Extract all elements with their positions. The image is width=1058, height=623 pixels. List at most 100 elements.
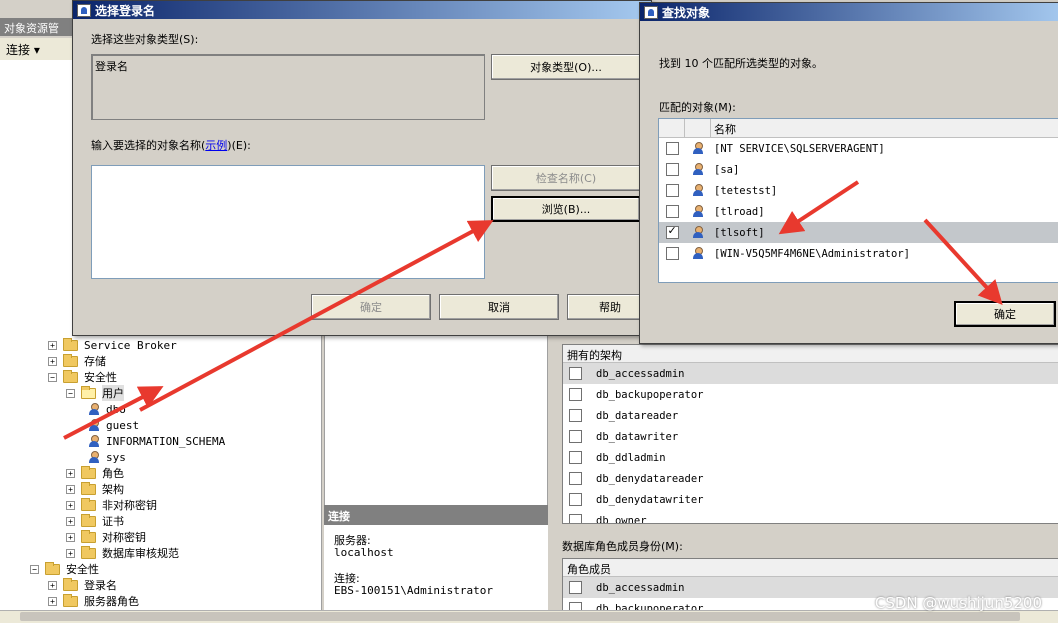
- user-icon: [77, 3, 91, 17]
- cancel-button[interactable]: 取消: [439, 294, 559, 320]
- schema-row[interactable]: db_backupoperator: [563, 384, 1058, 405]
- user-icon: [88, 402, 100, 416]
- role-checkbox[interactable]: [569, 581, 582, 594]
- schema-row[interactable]: db_owner: [563, 510, 1058, 523]
- tree-item-label: 角色: [102, 467, 124, 480]
- result-row[interactable]: [NT SERVICE\SQLSERVERAGENT]: [659, 138, 1058, 159]
- connection-value: EBS-100151\Administrator: [334, 584, 493, 597]
- tree-item[interactable]: + 服务器角色: [48, 593, 139, 609]
- tree-item[interactable]: − 安全性: [30, 561, 99, 577]
- tree-item[interactable]: + 角色: [66, 465, 124, 481]
- expand-icon[interactable]: +: [66, 500, 75, 510]
- select-login-title: 选择登录名: [95, 3, 156, 18]
- tree-item[interactable]: − 安全性: [48, 369, 117, 385]
- find-objects-title: 查找对象: [662, 5, 711, 20]
- matching-objects-label: 匹配的对象(M):: [659, 101, 736, 114]
- schema-checkbox[interactable]: [569, 388, 582, 401]
- tree-item[interactable]: − 用户: [66, 385, 124, 401]
- result-row[interactable]: [sa]: [659, 159, 1058, 180]
- tree-item[interactable]: + Service Broker: [48, 337, 177, 353]
- tree-item[interactable]: + 存储: [48, 353, 106, 369]
- role-members-header: 角色成员: [563, 559, 1058, 577]
- expand-icon[interactable]: +: [48, 340, 57, 350]
- tree-item[interactable]: + 数据库审核规范: [66, 545, 179, 561]
- result-checkbox[interactable]: [665, 142, 679, 155]
- tree-item[interactable]: + 对称密钥: [66, 529, 146, 545]
- tree-item[interactable]: + 证书: [66, 513, 124, 529]
- expand-icon[interactable]: +: [66, 548, 75, 558]
- connect-dropdown[interactable]: 连接 ▾: [6, 43, 40, 57]
- role-name: db_accessadmin: [596, 581, 685, 594]
- tree-item-label: 安全性: [66, 563, 99, 576]
- result-checkbox[interactable]: [665, 224, 679, 239]
- tree-item-label: sys: [106, 450, 126, 464]
- name-column-header[interactable]: 名称: [711, 119, 1058, 137]
- browse-button[interactable]: 浏览(B)...: [491, 196, 641, 222]
- tree-item[interactable]: dbo: [88, 401, 126, 417]
- schema-checkbox[interactable]: [569, 472, 582, 485]
- result-name: [tetestst]: [714, 184, 778, 197]
- expand-icon[interactable]: +: [66, 532, 75, 542]
- find-objects-titlebar: 查找对象: [640, 3, 1058, 21]
- tree-item-label: 存储: [84, 355, 106, 368]
- expand-icon[interactable]: +: [48, 580, 57, 590]
- tree-item[interactable]: sys: [88, 449, 126, 465]
- collapse-icon[interactable]: −: [30, 564, 39, 574]
- folder-icon: [81, 465, 96, 479]
- tree-item[interactable]: + 登录名: [48, 577, 117, 593]
- expand-icon[interactable]: +: [66, 484, 75, 494]
- check-names-button[interactable]: 检查名称(C): [491, 165, 641, 191]
- tree-item-label: 安全性: [84, 371, 117, 384]
- schema-name: db_datawriter: [596, 430, 679, 443]
- schema-row[interactable]: db_denydatawriter: [563, 489, 1058, 510]
- schema-name: db_backupoperator: [596, 388, 704, 401]
- schema-checkbox[interactable]: [569, 451, 582, 464]
- schema-checkbox[interactable]: [569, 430, 582, 443]
- result-checkbox[interactable]: [665, 163, 679, 176]
- object-types-value: 登录名: [95, 60, 128, 73]
- result-row[interactable]: [WIN-V5Q5MF4M6NE\Administrator]: [659, 243, 1058, 264]
- result-row[interactable]: [tlroad]: [659, 201, 1058, 222]
- owned-schemas-header: 拥有的架构: [563, 345, 1058, 363]
- folder-icon: [45, 561, 60, 575]
- object-names-label-suffix: )(E):: [227, 139, 251, 152]
- schema-row[interactable]: db_denydatareader: [563, 468, 1058, 489]
- ok-button[interactable]: 确定: [311, 294, 431, 320]
- user-icon: [644, 5, 658, 19]
- schema-row[interactable]: db_ddladmin: [563, 447, 1058, 468]
- expand-icon[interactable]: +: [66, 468, 75, 478]
- find-ok-button[interactable]: 确定: [954, 301, 1056, 327]
- schema-row[interactable]: db_accessadmin: [563, 363, 1058, 384]
- collapse-icon[interactable]: −: [66, 388, 75, 398]
- result-checkbox[interactable]: [665, 205, 679, 218]
- result-checkbox[interactable]: [665, 247, 679, 260]
- collapse-icon[interactable]: −: [48, 372, 57, 382]
- tree-item-label: 数据库审核规范: [102, 547, 179, 560]
- schema-checkbox[interactable]: [569, 367, 582, 380]
- examples-link[interactable]: 示例: [205, 139, 227, 152]
- schema-row[interactable]: db_datawriter: [563, 426, 1058, 447]
- result-checkbox[interactable]: [665, 184, 679, 197]
- scrollbar-thumb[interactable]: [20, 612, 1020, 621]
- schema-checkbox[interactable]: [569, 514, 582, 523]
- object-types-label: 选择这些对象类型(S):: [91, 33, 199, 46]
- expand-icon[interactable]: +: [66, 516, 75, 526]
- schema-checkbox[interactable]: [569, 493, 582, 506]
- tree-item-label: dbo: [106, 402, 126, 416]
- expand-icon[interactable]: +: [48, 596, 57, 606]
- login-icon: [692, 247, 704, 260]
- object-names-input[interactable]: [91, 165, 485, 279]
- result-row[interactable]: [tlsoft]: [659, 222, 1058, 243]
- select-login-titlebar: 选择登录名: [73, 1, 651, 19]
- expand-icon[interactable]: +: [48, 356, 57, 366]
- tree-item[interactable]: guest: [88, 417, 139, 433]
- result-row[interactable]: [tetestst]: [659, 180, 1058, 201]
- connection-section-title: 连接: [324, 505, 548, 525]
- result-name: [tlroad]: [714, 205, 765, 218]
- object-types-button[interactable]: 对象类型(O)...: [491, 54, 641, 80]
- tree-item[interactable]: + 非对称密钥: [66, 497, 157, 513]
- tree-item[interactable]: INFORMATION_SCHEMA: [88, 433, 225, 449]
- schema-checkbox[interactable]: [569, 409, 582, 422]
- tree-item[interactable]: + 架构: [66, 481, 124, 497]
- schema-row[interactable]: db_datareader: [563, 405, 1058, 426]
